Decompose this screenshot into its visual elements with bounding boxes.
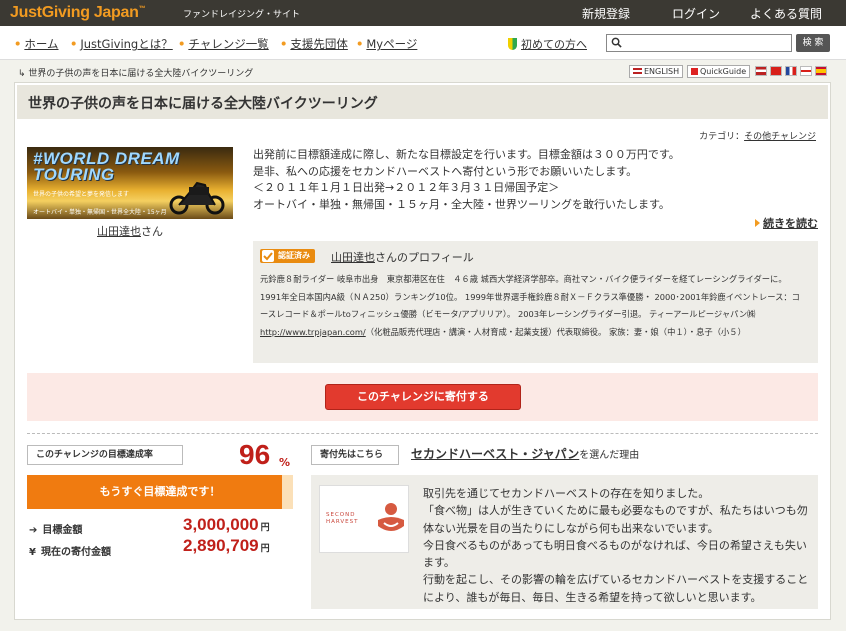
breadcrumb: ↳ 世界の子供の声を日本に届ける全大陸バイクツーリング [18, 69, 254, 79]
motorcycle-icon [169, 181, 225, 215]
recipient-reason: 取引先を通じてセカンドハーベストの存在を知りました。 「食べ物」は人が生きていく… [423, 485, 813, 606]
donate-button[interactable]: このチャレンジに寄付する [325, 384, 521, 410]
checkmark-icon [262, 250, 274, 262]
nav-item-about[interactable]: • JustGivingとは？ [70, 36, 173, 52]
flag-france-icon[interactable] [785, 66, 797, 76]
current-amount-value: 2,890,709 円 [183, 536, 270, 555]
recipient-heading: セカンドハーベスト・ジャパンを選んだ理由 [411, 447, 640, 461]
challenge-panel: 世界の子供の声を日本に届ける全大陸バイクツーリング カテゴリ：その他チャレンジ … [14, 82, 831, 620]
beginner-mark-icon [508, 38, 517, 50]
profile-heading: 山田達也さんのプロフィール [331, 251, 474, 264]
quickguide-button[interactable]: QuickGuide [687, 65, 751, 78]
quickguide-icon [691, 68, 698, 75]
recipient-logo[interactable]: SECOND HARVEST [319, 485, 409, 553]
flag-china-icon[interactable] [770, 66, 782, 76]
profile-name-link[interactable]: 山田達也 [331, 251, 375, 264]
owner-link[interactable]: 山田達也 [97, 225, 141, 238]
nav-item-charities[interactable]: • 支援先団体 [280, 36, 348, 52]
yen-icon: ¥ [29, 547, 36, 558]
banner-subtitle-2: オートバイ・単独・無帰国・世界全大陸・15ヶ月 [33, 209, 167, 216]
profile-text: 元鈴鹿８耐ライダー 岐阜市出身 東京都港区在住 ４６歳 城西大学経済学部卒。商社… [260, 274, 800, 337]
category: カテゴリ：その他チャレンジ [699, 132, 816, 142]
description-line: ＜２０１１年１月１日出発→２０１２年３月３１日帰国予定＞ [253, 181, 560, 194]
reason-line: 今日食べるものがあっても明日食べるものがなければ、今日の希望さえも失います。 [423, 538, 807, 570]
search-button[interactable]: 検 索 [796, 34, 830, 52]
donate-area: このチャレンジに寄付する [27, 373, 818, 421]
goal-percent-sign: % [279, 456, 291, 469]
site-subtitle: ファンドレイジング・サイト [183, 10, 301, 20]
us-flag-icon [633, 68, 642, 74]
breadcrumb-arrow-icon: ↳ [18, 69, 29, 79]
nav-item-home[interactable]: • ホーム [14, 36, 59, 52]
recipient-link[interactable]: セカンドハーベスト・ジャパン [411, 447, 579, 461]
reason-line: 取引先を通じてセカンドハーベストの存在を知りました。 [423, 487, 710, 500]
site-logo[interactable]: JustGiving Japan™ [10, 4, 146, 22]
flag-korea-icon[interactable] [800, 66, 812, 76]
faq-link[interactable]: よくある質問 [750, 5, 822, 22]
target-amount-label: ➔ 目標金額 [29, 525, 83, 536]
current-amount-label: ¥ 現在の寄付金額 [29, 547, 111, 558]
target-amount-value: 3,000,000 円 [183, 515, 270, 534]
recipient-box: SECOND HARVEST 取引先を通じてセカンドハーベストの存在を知りました。… [311, 475, 818, 609]
page-title: 世界の子供の声を日本に届ける全大陸バイクツーリング [28, 96, 378, 112]
arrow-right-icon: ➔ [29, 525, 38, 536]
search-input[interactable] [606, 34, 792, 52]
category-link[interactable]: その他チャレンジ [744, 132, 816, 142]
read-more: 続きを読む [755, 215, 818, 231]
register-link[interactable]: 新規登録 [582, 5, 630, 22]
reason-line: 行動を起こし、その影響の輪を広げているセカンドハーベストを支援することにより、誰… [423, 573, 809, 604]
top-bar: JustGiving Japan™ ファンドレイジング・サイト 新規登録 ログイ… [0, 0, 846, 26]
title-bar: 世界の子供の声を日本に届ける全大陸バイクツーリング [17, 85, 828, 119]
divider [27, 433, 818, 434]
read-more-link[interactable]: 続きを読む [763, 217, 818, 230]
profile-box: 認証済み 山田達也さんのプロフィール 元鈴鹿８耐ライダー 岐阜市出身 東京都港区… [253, 241, 818, 363]
flag-us-icon[interactable] [755, 66, 767, 76]
reason-line: 「食べ物」は人が生きていくために最も必要なものですが、私たちはいつも勿体ない光景… [423, 504, 808, 535]
description-line: 出発前に目標額達成に際し、新たな目標設定を行います。目標金額は３００万円です。 [253, 148, 680, 161]
progress-text: もうすぐ目標達成です！ [99, 485, 221, 498]
goal-percent: 96 [239, 439, 271, 470]
beginner-link[interactable]: 初めての方へ [508, 36, 587, 52]
goal-progress-bar: もうすぐ目標達成です！ [27, 475, 293, 509]
banner-title: #WORLD DREAM TOURING [33, 149, 180, 184]
challenge-banner: #WORLD DREAM TOURING 世界の子供の希望と夢を発信します オート… [27, 147, 233, 219]
arrow-right-icon [755, 219, 760, 227]
description-line: オートバイ・単独・無帰国・１５ヶ月・全大陸・世界ツーリングを敢行いたします。 [253, 197, 670, 211]
verified-badge: 認証済み [260, 249, 315, 263]
english-button[interactable]: ENGLISH [629, 65, 684, 78]
goal-label: このチャレンジの目標達成率 [27, 445, 183, 465]
second-harvest-mark-icon [378, 503, 404, 531]
owner-name: 山田達也さん [97, 225, 163, 238]
nav-item-challenges[interactable]: • チャレンジ一覧 [178, 36, 269, 52]
recipient-label: 寄付先はこちら [311, 445, 399, 465]
nav-item-mypage[interactable]: • Myページ [356, 36, 417, 52]
login-link[interactable]: ログイン [672, 5, 720, 22]
search-icon [611, 37, 622, 48]
recipient-logo-text: SECOND HARVEST [326, 512, 359, 525]
challenge-description: 出発前に目標額達成に際し、新たな目標設定を行います。目標金額は３００万円です。 … [253, 147, 813, 213]
flag-spain-icon[interactable] [815, 66, 827, 76]
banner-subtitle: 世界の子供の希望と夢を発信します [33, 191, 130, 198]
description-line: 是非、私への応援をセカンドハーベストへ寄付という形でお願いいたします。 [253, 164, 638, 178]
company-link[interactable]: http://www.trpjapan.com/ [260, 327, 366, 337]
